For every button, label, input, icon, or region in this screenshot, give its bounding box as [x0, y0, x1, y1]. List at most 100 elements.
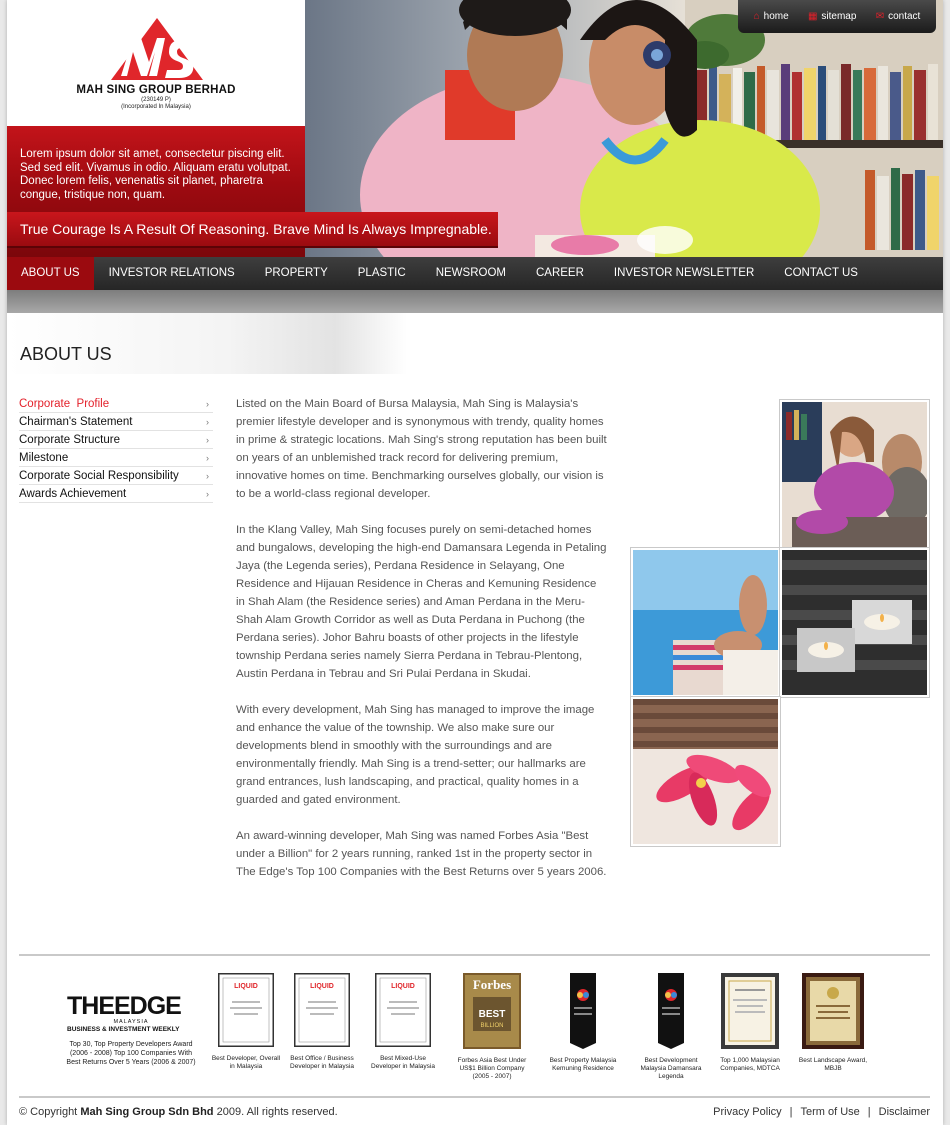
certificate-icon: LIQUID — [293, 972, 351, 1048]
main-nav: ABOUT US INVESTOR RELATIONS PROPERTY PLA… — [7, 257, 943, 290]
sidebar-item-label: Awards Achievement — [19, 488, 127, 500]
award-caption: Best Landscape Award, MBJB — [798, 1057, 868, 1072]
award-item: LIQUID Best Developer, Overall in Malays… — [211, 972, 281, 1071]
sidebar-item-corporate-structure[interactable]: Corporate Structure › — [19, 431, 213, 449]
certificate-icon: LIQUID — [374, 972, 432, 1048]
award-badge-text: LIQUID — [234, 983, 258, 990]
photo-woman-on-sofa — [779, 399, 930, 550]
footer-separator: | — [789, 1106, 793, 1118]
the-edge-logo: THEEDGE MALAYSIA BUSINESS & INVESTMENT W… — [67, 993, 195, 1033]
sitemap-link[interactable]: ▦ sitemap — [808, 11, 856, 22]
award-item: Top 1,000 Malaysian Companies, MDTCA — [713, 973, 787, 1073]
sidebar-item-csr[interactable]: Corporate Social Responsibility › — [19, 467, 213, 485]
award-badge-text: BILLION — [480, 1023, 503, 1029]
sidebar-item-chairmans-statement[interactable]: Chairman's Statement › — [19, 413, 213, 431]
chevron-right-icon: › — [206, 435, 209, 445]
award-caption: Forbes Asia Best Under US$1 Billion Comp… — [457, 1057, 527, 1080]
cnbc-award-icon — [658, 973, 684, 1049]
home-link-label: home — [763, 11, 789, 22]
footer-divider — [19, 1096, 930, 1098]
content-paragraph: With every development, Mah Sing has man… — [236, 704, 595, 806]
company-incorporated: (Incorporated In Malaysia) — [121, 104, 191, 110]
nav-career[interactable]: CAREER — [521, 257, 599, 290]
main-content: Listed on the Main Board of Bursa Malays… — [236, 395, 608, 899]
award-item: Forbes BEST BILLION Forbes Asia Best Und… — [453, 973, 531, 1081]
subnav-strip — [7, 290, 943, 313]
home-link[interactable]: ⌂ home — [754, 11, 789, 22]
page: MAH SING GROUP BERHAD (230149 P) (Incorp… — [7, 0, 943, 1125]
nav-contact-us[interactable]: CONTACT US — [769, 257, 873, 290]
award-caption: Best Development Malaysia Damansara Lege… — [640, 1057, 702, 1080]
the-edge-title: THEEDGE — [67, 992, 182, 1020]
content-paragraph: An award-winning developer, Mah Sing was… — [236, 830, 607, 878]
copyright-suffix: 2009. All rights reserved. — [216, 1106, 338, 1118]
award-item: Best Landscape Award, MBJB — [795, 973, 871, 1073]
certificate-icon — [721, 973, 779, 1049]
privacy-policy-link[interactable]: Privacy Policy — [713, 1106, 781, 1118]
awards-divider — [19, 954, 930, 956]
sidebar-item-corporate-profile[interactable]: Corporate Profile › — [19, 395, 213, 413]
award-badge-text: LIQUID — [391, 983, 415, 990]
nav-investor-newsletter[interactable]: INVESTOR NEWSLETTER — [599, 257, 769, 290]
disclaimer-link[interactable]: Disclaimer — [879, 1106, 930, 1118]
nav-about-us[interactable]: ABOUT US — [7, 257, 94, 290]
mail-icon: ✉ — [875, 10, 885, 22]
sitemap-icon: ▦ — [807, 10, 818, 22]
award-badge-text: Forbes — [473, 977, 511, 992]
nav-property[interactable]: PROPERTY — [250, 257, 343, 290]
contact-link[interactable]: ✉ contact — [876, 11, 921, 22]
award-caption: Best Developer, Overall in Malaysia — [211, 1055, 281, 1070]
the-edge-tagline: BUSINESS & INVESTMENT WEEKLY — [67, 1026, 180, 1033]
the-edge-caption: Top 30, Top Property Developers Award (2… — [66, 1041, 196, 1066]
footer-links: Privacy Policy | Term of Use | Disclaimer — [713, 1106, 930, 1118]
copyright: © Copyright Mah Sing Group Sdn Bhd 2009.… — [19, 1106, 338, 1118]
plaque-icon — [802, 973, 864, 1049]
nav-newsroom[interactable]: NEWSROOM — [421, 257, 521, 290]
sidebar-item-label: Corporate Social Responsibility — [19, 470, 179, 482]
award-caption: Best Office / Business Developer in Mala… — [290, 1055, 354, 1070]
tagline: True Courage Is A Result Of Reasoning. B… — [20, 221, 492, 237]
intro-text: Lorem ipsum dolor sit amet, consectetur … — [20, 148, 291, 201]
footer-separator: | — [867, 1106, 871, 1118]
award-item: Best Development Malaysia Damansara Lege… — [633, 973, 709, 1081]
photo-frangipani — [630, 696, 781, 847]
copyright-prefix: © Copyright — [19, 1106, 78, 1118]
nav-investor-relations[interactable]: INVESTOR RELATIONS — [94, 257, 250, 290]
logo-area[interactable]: MAH SING GROUP BERHAD (230149 P) (Incorp… — [7, 0, 305, 126]
sidebar-item-awards-achievement[interactable]: Awards Achievement › — [19, 485, 213, 503]
terms-of-use-link[interactable]: Term of Use — [801, 1106, 860, 1118]
award-badge-text: BEST — [479, 1009, 506, 1020]
sidebar-item-milestone[interactable]: Milestone › — [19, 449, 213, 467]
award-badge-text: LIQUID — [310, 983, 334, 990]
award-caption: Top 1,000 Malaysian Companies, MDTCA — [720, 1057, 780, 1072]
sidebar-menu: Corporate Profile › Chairman's Statement… — [19, 395, 213, 503]
nav-plastic[interactable]: PLASTIC — [343, 257, 421, 290]
chevron-right-icon: › — [206, 489, 209, 499]
award-caption: Best Mixed-Use Developer in Malaysia — [371, 1055, 435, 1070]
page-title: ABOUT US — [20, 344, 112, 364]
home-icon: ⌂ — [753, 10, 760, 22]
award-item: Best Property Malaysia Kemuning Residenc… — [545, 973, 621, 1073]
award-item: LIQUID Best Mixed-Use Developer in Malay… — [368, 972, 438, 1071]
logo-icon — [111, 18, 203, 80]
content-paragraph: Listed on the Main Board of Bursa Malays… — [236, 398, 607, 500]
chevron-right-icon: › — [206, 399, 209, 409]
certificate-icon: LIQUID — [217, 972, 275, 1048]
sitemap-link-label: sitemap — [821, 11, 857, 22]
photo-candles — [779, 547, 930, 698]
award-caption: Best Property Malaysia Kemuning Residenc… — [549, 1057, 617, 1072]
company-reg-no: (230149 P) — [141, 97, 171, 103]
chevron-right-icon: › — [206, 453, 209, 463]
content-paragraph: In the Klang Valley, Mah Sing focuses pu… — [236, 524, 607, 680]
tagline-bar: True Courage Is A Result Of Reasoning. B… — [7, 212, 498, 248]
sidebar-item-label: Corporate Structure — [19, 434, 120, 446]
photo-feet-by-pool — [630, 547, 781, 698]
company-name: MAH SING GROUP BERHAD — [76, 84, 236, 96]
award-item: LIQUID Best Office / Business Developer … — [287, 972, 357, 1071]
contact-link-label: contact — [888, 11, 921, 22]
chevron-right-icon: › — [206, 417, 209, 427]
sidebar-item-label: Chairman's Statement — [19, 416, 133, 428]
forbes-cover-icon: Forbes BEST BILLION — [463, 973, 521, 1049]
sidebar-item-label: Corporate Profile — [19, 398, 110, 410]
chevron-right-icon: › — [206, 471, 209, 481]
